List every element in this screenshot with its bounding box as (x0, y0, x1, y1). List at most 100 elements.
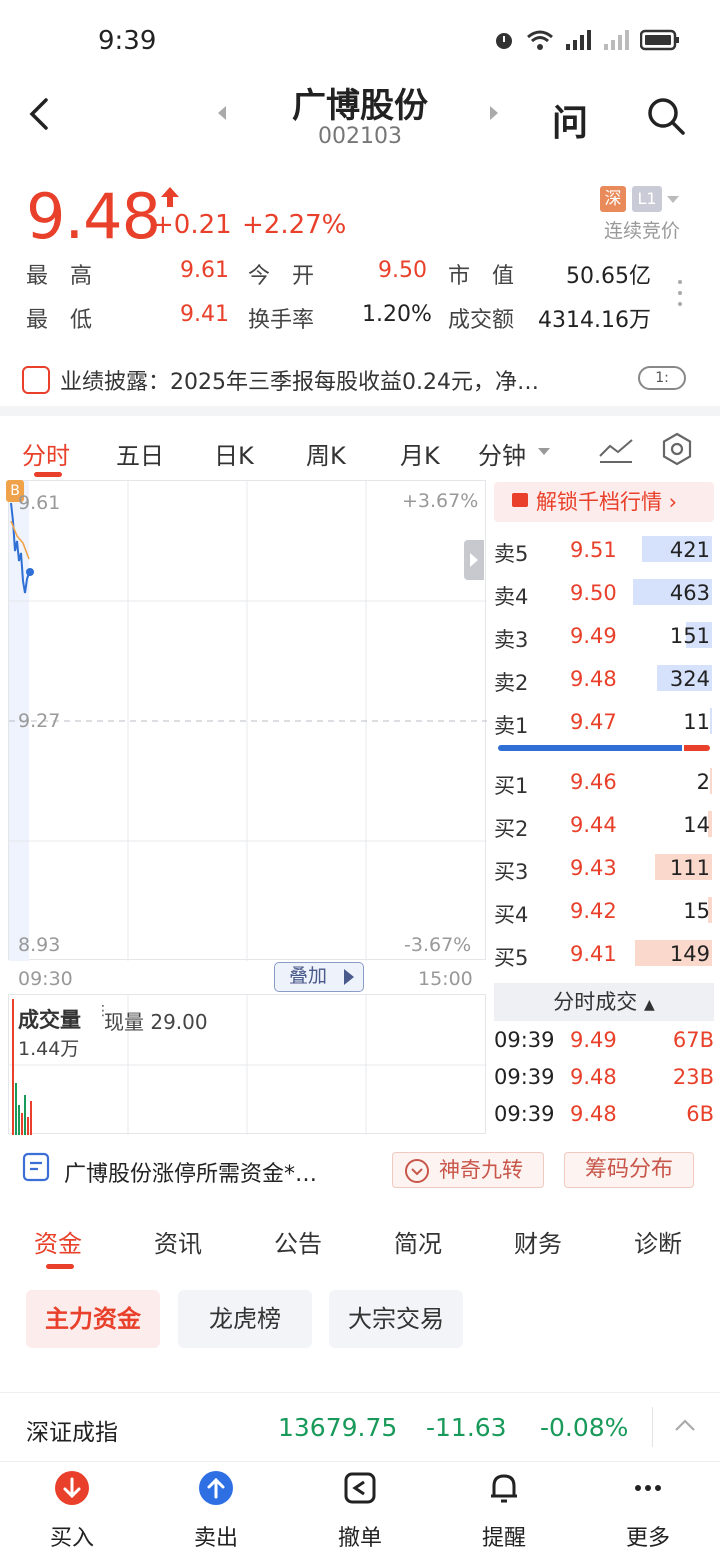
current-volume: 现量 29.00 (104, 1010, 208, 1034)
axis-pct-low: -3.67% (404, 934, 472, 956)
tick-time: 09:39 (494, 1102, 555, 1126)
settings-hex-icon[interactable] (660, 432, 694, 466)
intraday-chart[interactable] (8, 480, 487, 961)
report-icon (22, 366, 50, 394)
stat-value-high: 9.61 (180, 258, 229, 283)
ask-row[interactable]: 卖2 9.48 324 (494, 661, 714, 697)
nav-sell[interactable]: 卖出 (166, 1470, 266, 1552)
ticks-header[interactable]: 分时成交 ▲ (494, 983, 714, 1021)
tick-time: 09:39 (494, 1028, 555, 1052)
nav-buy-label: 买入 (49, 1526, 94, 1551)
tick-volume: 67B (672, 1028, 714, 1052)
chevron-down-icon[interactable] (667, 196, 679, 203)
stat-label-low: 最 低 (26, 308, 93, 333)
stat-value-open: 9.50 (378, 258, 427, 283)
tab-five-day[interactable]: 五日 (116, 436, 164, 471)
bid-depth-bar (710, 768, 712, 794)
earnings-disclosure[interactable]: 业绩披露：2025年三季报每股收益0.24元，净… (22, 364, 539, 396)
ask-price: 9.48 (570, 667, 617, 691)
ask-price: 9.49 (570, 624, 617, 648)
chip-distribution-button[interactable]: 筹码分布 (564, 1152, 694, 1188)
bid-row[interactable]: 买1 9.46 2 (494, 764, 714, 800)
tab-daily-k[interactable]: 日K (214, 436, 254, 471)
ask-volume: 11 (683, 710, 710, 734)
divider (0, 406, 720, 416)
tab-announcements[interactable]: 公告 (274, 1224, 322, 1259)
bid-row[interactable]: 买3 9.43 111 (494, 850, 714, 886)
bid-price: 9.46 (570, 770, 617, 794)
tab-finance[interactable]: 财务 (514, 1224, 562, 1259)
bid-row[interactable]: 买4 9.42 15 (494, 893, 714, 929)
ask-volume: 324 (669, 667, 710, 691)
nav-sell-label: 卖出 (193, 1526, 238, 1551)
stock-code: 002103 (318, 124, 402, 149)
page-title: 广博股份 (292, 86, 428, 126)
bid-volume: 2 (696, 770, 710, 794)
ask-volume: 463 (669, 581, 710, 605)
search-icon[interactable] (646, 96, 686, 136)
chevron-down-icon[interactable] (538, 448, 550, 455)
cancel-order-icon (344, 1472, 376, 1504)
tab-minute[interactable]: 分钟 (478, 436, 526, 471)
chip-block-trade[interactable]: 大宗交易 (329, 1290, 463, 1348)
tick-price: 9.48 (570, 1065, 617, 1089)
axis-time-start: 09:30 (18, 968, 73, 990)
tab-weekly-k[interactable]: 周K (306, 436, 346, 471)
ask-row[interactable]: 卖5 9.51 421 (494, 532, 714, 568)
bid-volume: 111 (669, 856, 710, 880)
stat-value-low: 9.41 (180, 302, 229, 327)
bid-price: 9.43 (570, 856, 617, 880)
wifi-icon (527, 30, 553, 50)
bell-icon (491, 1474, 517, 1503)
ask-label: 卖1 (494, 714, 529, 738)
bid-row[interactable]: 买2 9.44 14 (494, 807, 714, 843)
tab-profile[interactable]: 简况 (394, 1224, 442, 1259)
chip-dragon-tiger[interactable]: 龙虎榜 (178, 1290, 312, 1348)
tick-volume: 6B (686, 1102, 714, 1126)
nav-cancel[interactable]: 撤单 (310, 1470, 410, 1552)
ticks-header-label: 分时成交 (553, 990, 638, 1014)
tab-news[interactable]: 资讯 (154, 1224, 202, 1259)
nav-buy[interactable]: 买入 (22, 1470, 122, 1552)
unlock-label: 解锁千档行情 (536, 490, 662, 514)
chip-main-funds[interactable]: 主力资金 (26, 1290, 160, 1348)
ask-label: 卖4 (494, 585, 529, 609)
nav-alert[interactable]: 提醒 (454, 1470, 554, 1552)
chevron-up-icon[interactable] (674, 1417, 696, 1433)
next-stock-icon[interactable] (490, 106, 498, 120)
axis-time-end: 15:00 (418, 968, 473, 990)
chevron-right-icon (470, 553, 478, 567)
bid-label: 买2 (494, 817, 529, 841)
stat-label-amount: 成交额 (448, 308, 515, 333)
bid-row[interactable]: 买5 9.41 149 (494, 936, 714, 972)
signal-2-icon (604, 30, 629, 50)
ask-price: 9.51 (570, 538, 617, 562)
stat-label-mcap: 市 值 (448, 264, 515, 289)
level-badge[interactable]: L1 (632, 186, 662, 212)
bid-price: 9.42 (570, 899, 617, 923)
battery-icon (640, 29, 679, 51)
tab-intraday[interactable]: 分时 (22, 436, 70, 471)
bid-label: 买3 (494, 860, 529, 884)
ask-label: 卖2 (494, 671, 529, 695)
price-change-pct: +2.27% (242, 210, 347, 240)
ask-icon[interactable]: 问 (552, 94, 588, 146)
promo-text[interactable]: 广博股份涨停所需资金*… (64, 1156, 317, 1188)
bid-label: 买1 (494, 774, 529, 798)
status-icons (492, 28, 680, 52)
ask-row[interactable]: 卖3 9.49 151 (494, 618, 714, 654)
tab-monthly-k[interactable]: 月K (400, 436, 440, 471)
indicator-icon[interactable] (598, 436, 634, 464)
index-pct: -0.08% (540, 1413, 629, 1442)
tab-funds[interactable]: 资金 (34, 1224, 82, 1259)
index-ticker[interactable]: 深证成指 13679.75 -11.63 -0.08% (0, 1392, 720, 1462)
ask-depth-bar (710, 708, 712, 734)
tab-diagnosis[interactable]: 诊断 (634, 1224, 682, 1259)
nav-more[interactable]: 更多 (598, 1470, 698, 1552)
disclosure-badge[interactable]: 1: (638, 366, 686, 390)
ask-row[interactable]: 卖4 9.50 463 (494, 575, 714, 611)
tab-underline (34, 472, 62, 477)
stat-value-turnover: 1.20% (362, 302, 432, 327)
more-vertical-icon[interactable] (678, 280, 684, 313)
ask-row[interactable]: 卖1 9.47 11 (494, 704, 714, 740)
